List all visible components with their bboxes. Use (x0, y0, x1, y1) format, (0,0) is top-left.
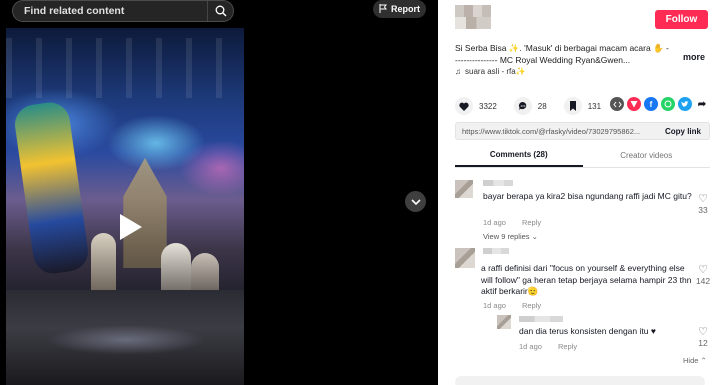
heart-icon (455, 97, 473, 115)
comment-meta: 1d ago Reply (483, 218, 541, 227)
like-count: 3322 (479, 101, 497, 111)
save-count: 131 (587, 101, 602, 111)
commenter-username[interactable] (483, 180, 513, 186)
play-icon[interactable] (118, 212, 144, 242)
report-button[interactable]: Report (373, 0, 426, 18)
reply-button[interactable]: Reply (558, 342, 577, 351)
floor-reflection (46, 325, 206, 355)
hide-replies-button[interactable]: Hide ⌃ (683, 356, 707, 365)
engagement-stats: 3322 28 131 (455, 97, 618, 115)
chevron-down-icon (410, 193, 421, 211)
comment-meta: 1d ago Reply (519, 342, 577, 351)
details-panel: Follow Si Serba Bisa ✨. 'Masuk' di berba… (438, 0, 720, 385)
video-url[interactable]: https://www.tiktok.com/@rfasky/video/730… (456, 127, 657, 136)
comment-like-button[interactable]: ♡ 142 (693, 264, 713, 287)
comment-stat[interactable]: 28 (513, 97, 547, 115)
twitter-icon[interactable] (678, 97, 692, 111)
search-placeholder: Find related content (24, 5, 125, 17)
heart-outline-icon: ♡ (698, 193, 708, 205)
music-link[interactable]: ♫ suara asli - rfa✨ (455, 67, 526, 76)
comment-item: a raffi definisi dari "focus on yourself… (455, 248, 720, 310)
add-comment-bar[interactable] (455, 376, 705, 385)
next-video-button[interactable] (405, 191, 426, 212)
comment-like-count: 142 (695, 276, 711, 286)
music-note-icon: ♫ (455, 67, 461, 76)
save-stat[interactable]: 131 (563, 97, 602, 115)
bookmark-icon (563, 97, 582, 115)
commenter-username[interactable] (519, 316, 563, 322)
search-input[interactable]: Find related content (12, 0, 234, 22)
video-player[interactable]: Find related content Report (0, 0, 438, 385)
more-share-icon[interactable]: ➦ (695, 97, 709, 111)
comment-text: dan dia terus konsisten dengan itu ♥ (519, 326, 656, 336)
tab-comments[interactable]: Comments (28) (455, 144, 583, 167)
video-frame[interactable] (6, 28, 244, 385)
share-buttons: f ➦ (610, 97, 709, 111)
heart-outline-icon: ♡ (698, 326, 708, 338)
commenter-avatar[interactable] (455, 180, 473, 198)
comment-icon (513, 97, 532, 115)
follow-button[interactable]: Follow (655, 10, 708, 29)
author-avatar[interactable] (455, 5, 491, 29)
heart-outline-icon: ♡ (698, 264, 708, 276)
commenter-username[interactable] (483, 248, 509, 254)
embed-icon[interactable] (610, 97, 624, 111)
comment-like-count: 33 (698, 205, 708, 215)
search-icon[interactable] (207, 1, 233, 21)
comment-like-count: 12 (698, 338, 708, 348)
reply-button[interactable]: Reply (522, 301, 541, 310)
comment-like-button[interactable]: ♡ 33 (693, 193, 713, 216)
stage-lights (6, 38, 244, 98)
panel-tabs: Comments (28) Creator videos (455, 144, 710, 168)
comment-item: bayar berapa ya kira2 bisa ngundang raff… (455, 180, 720, 245)
dancer-figure (12, 99, 91, 277)
comment-like-button[interactable]: ♡ 12 (693, 326, 713, 349)
facebook-icon[interactable]: f (644, 97, 658, 111)
comment-time: 1d ago (483, 301, 506, 310)
music-title: suara asli - rfa✨ (465, 67, 526, 76)
comment-time: 1d ago (519, 342, 542, 351)
video-link-box: https://www.tiktok.com/@rfasky/video/730… (455, 122, 710, 140)
like-stat[interactable]: 3322 (455, 97, 497, 115)
flag-icon (379, 3, 387, 15)
whatsapp-icon[interactable] (661, 97, 675, 111)
more-link[interactable]: more (683, 52, 705, 62)
commenter-avatar[interactable] (497, 315, 511, 329)
comment-text: bayar berapa ya kira2 bisa ngundang raff… (483, 191, 692, 201)
video-caption: Si Serba Bisa ✨. 'Masuk' di berbagai mac… (455, 43, 669, 65)
copy-link-button[interactable]: Copy link (657, 127, 709, 136)
comment-meta: 1d ago Reply (483, 301, 541, 310)
comment-text: a raffi definisi dari "focus on yourself… (481, 263, 692, 296)
send-icon[interactable] (627, 97, 641, 111)
comment-time: 1d ago (483, 218, 506, 227)
view-replies-button[interactable]: View 9 replies ⌄ (483, 232, 538, 241)
comment-count: 28 (537, 101, 547, 111)
commenter-avatar[interactable] (455, 248, 475, 268)
tab-creator-videos[interactable]: Creator videos (583, 144, 711, 167)
report-label: Report (391, 4, 420, 14)
reply-item: dan dia terus konsisten dengan itu ♥ 1d … (455, 315, 720, 355)
reply-button[interactable]: Reply (522, 218, 541, 227)
